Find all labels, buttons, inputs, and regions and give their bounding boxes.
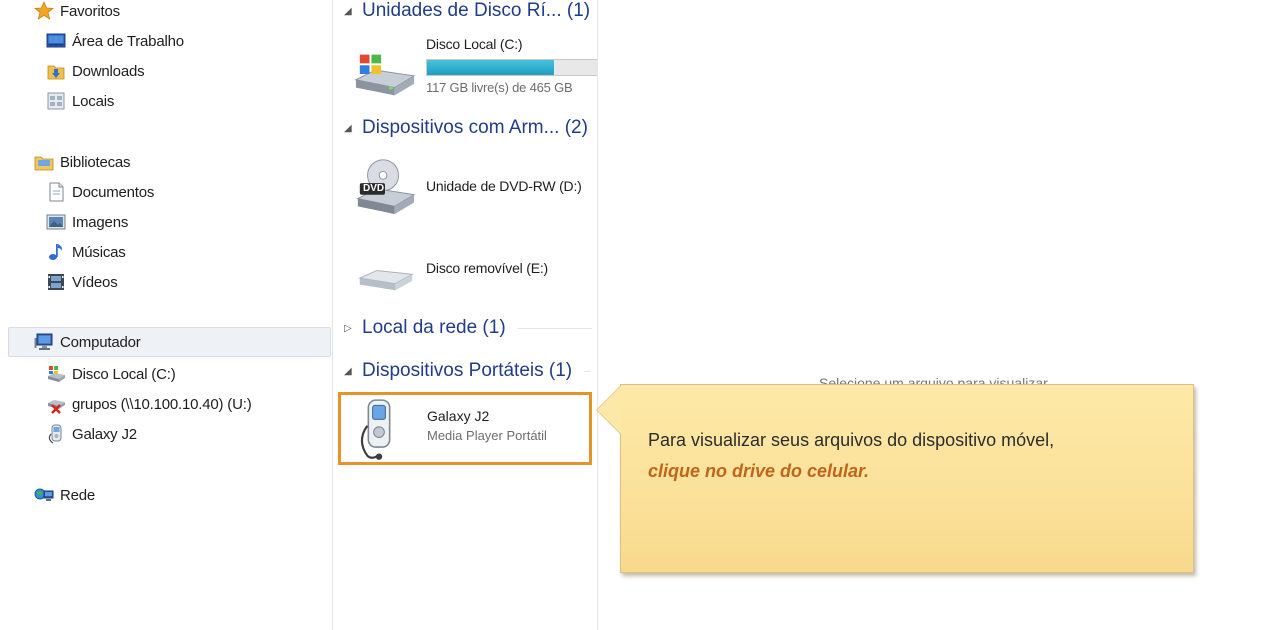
nav-network-label: Rede [60, 486, 96, 504]
media-player-phone-icon [360, 399, 391, 460]
collapse-triangle-icon: ◢ [344, 5, 352, 17]
nav-desktop-label: Área de Trabalho [72, 32, 184, 50]
nav-local-disk[interactable]: Disco Local (C:) [46, 361, 176, 387]
group-removable-label: Dispositivos com Arm... (2) [362, 117, 588, 138]
group-header-network-location[interactable]: ▷ Local da rede (1) [344, 315, 592, 341]
group-portable-label: Dispositivos Portáteis (1) [362, 360, 573, 381]
callout-instruction: Para visualizar seus arquivos do disposi… [648, 430, 1055, 450]
recent-places-icon [47, 92, 65, 110]
nav-network-drive[interactable]: grupos (\\10.100.10.40) (U:) [46, 391, 252, 417]
network-icon [34, 488, 54, 501]
dvd-drive-name: Unidade de DVD-RW (D:) [426, 178, 582, 194]
callout-text: Para visualizar seus arquivos do disposi… [648, 425, 1054, 487]
collapse-triangle-icon: ◢ [344, 365, 352, 377]
group-network-label: Local da rede (1) [362, 317, 506, 338]
nav-computer[interactable]: Computador [8, 327, 331, 357]
group-divider [584, 370, 591, 372]
nav-music-label: Músicas [72, 243, 126, 261]
nav-downloads-label: Downloads [72, 62, 145, 80]
nav-documents-label: Documentos [72, 183, 155, 201]
nav-computer-label: Computador [60, 333, 141, 351]
nav-pictures-label: Imagens [72, 213, 129, 231]
desktop-icon [46, 33, 66, 48]
downloads-folder-icon [47, 65, 65, 80]
nav-libraries[interactable]: Bibliotecas [34, 149, 131, 175]
galaxy-device-highlight[interactable]: Galaxy J2 Media Player Portátil [338, 392, 592, 465]
videos-icon [48, 274, 64, 290]
star-icon [34, 1, 54, 20]
callout-pointer [597, 386, 621, 434]
nav-documents[interactable]: Documentos [46, 179, 154, 205]
hard-drive-icon [48, 366, 65, 382]
drive-local-disk-c[interactable]: Disco Local (C:) 117 GB livre(s) de 465 … [334, 30, 597, 100]
nav-videos-label: Vídeos [72, 273, 118, 291]
nav-desktop[interactable]: Área de Trabalho [46, 28, 184, 54]
drive-removable-e[interactable]: Disco removível (E:) [334, 245, 596, 305]
group-header-hard-disks[interactable]: ◢ Unidades de Disco Rí... (1) [344, 0, 590, 24]
nav-videos[interactable]: Vídeos [46, 269, 118, 295]
nav-places[interactable]: Locais [46, 88, 114, 114]
galaxy-device-name: Galaxy J2 [427, 408, 490, 424]
removable-disk-icon [358, 270, 414, 291]
group-header-removable-storage[interactable]: ◢ Dispositivos com Arm... (2) [344, 115, 588, 141]
navigation-pane: Favoritos Área de Trabalho Downloads Loc… [0, 0, 333, 630]
nav-libraries-label: Bibliotecas [60, 153, 131, 171]
group-header-portable-devices[interactable]: ◢ Dispositivos Portáteis (1) [344, 358, 591, 384]
instruction-callout: Para visualizar seus arquivos do disposi… [620, 384, 1194, 573]
drive-dvd-rw-d[interactable]: DVD Unidade de DVD-RW (D:) [334, 148, 596, 223]
content-pane: ◢ Unidades de Disco Rí... (1) Disco Loca… [334, 0, 598, 630]
drive-c-free-space: 117 GB livre(s) de 465 GB [426, 80, 573, 95]
portable-device-icon [48, 424, 62, 444]
nav-network-drive-label: grupos (\\10.100.10.40) (U:) [72, 395, 252, 413]
documents-icon [49, 182, 64, 202]
nav-downloads[interactable]: Downloads [46, 58, 145, 84]
galaxy-device-type: Media Player Portátil [427, 428, 547, 443]
nav-pictures[interactable]: Imagens [46, 209, 128, 235]
nav-local-disk-label: Disco Local (C:) [72, 365, 176, 383]
computer-icon [34, 333, 53, 350]
nav-galaxy-label: Galaxy J2 [72, 425, 137, 443]
group-divider [517, 327, 592, 329]
nav-places-label: Locais [72, 92, 115, 110]
disconnected-network-drive-icon [48, 400, 65, 414]
libraries-folder-icon [34, 156, 54, 171]
nav-favorites[interactable]: Favoritos [34, 0, 120, 24]
drive-c-name: Disco Local (C:) [426, 36, 523, 52]
music-note-icon [49, 244, 62, 260]
nav-favorites-label: Favoritos [60, 2, 120, 20]
nav-music[interactable]: Músicas [46, 239, 126, 265]
drive-c-usage-fill [427, 60, 555, 75]
nav-network[interactable]: Rede [34, 482, 95, 508]
dvd-badge: DVD [363, 183, 385, 194]
removable-disk-name: Disco removível (E:) [426, 260, 549, 276]
expand-triangle-icon: ▷ [344, 322, 352, 334]
pictures-icon [46, 214, 66, 230]
collapse-triangle-icon: ◢ [344, 122, 352, 134]
nav-galaxy[interactable]: Galaxy J2 [46, 421, 137, 447]
drive-c-usage-bar [426, 59, 597, 76]
group-hard-disks-label: Unidades de Disco Rí... (1) [362, 0, 591, 21]
callout-emphasis: clique no drive do celular. [648, 461, 870, 481]
windows-hard-drive-icon [354, 54, 416, 96]
